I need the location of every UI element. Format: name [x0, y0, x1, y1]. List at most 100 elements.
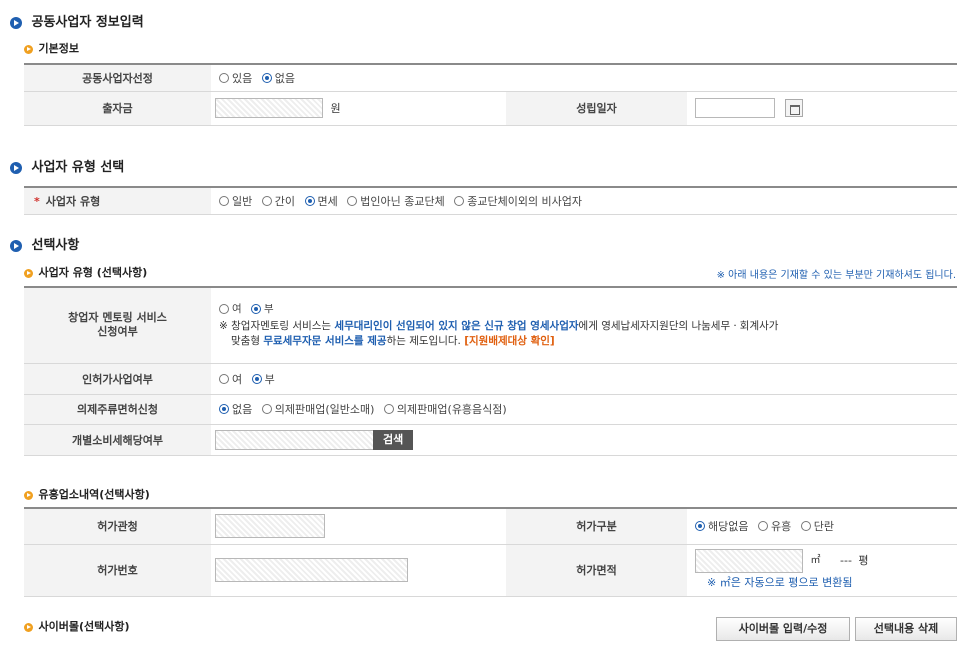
- radio-icon[interactable]: [219, 373, 229, 384]
- license-radio-group: 여 부: [211, 363, 957, 395]
- radio-icon[interactable]: [454, 195, 465, 206]
- category-option-entertainment[interactable]: 유흥: [757, 519, 797, 533]
- joint-row: 공동사업자선정 있음 없음: [24, 63, 957, 92]
- license-option-yes[interactable]: 여: [219, 372, 248, 386]
- radio-selected-icon[interactable]: [219, 404, 229, 414]
- mentoring-desc-2: 맞춤형 무료세무자문 서비스를 제공하는 제도입니다. [지원배제대상 확인]: [219, 334, 957, 349]
- optional-note: ※ 아래 내용은 기재할 수 있는 부분만 기재하셔도 됩니다.: [716, 270, 956, 281]
- area-input-line: ㎡ --- 평: [695, 549, 957, 573]
- entertainment-table: 허가관청 허가구분 해당없음 유흥 단란 허가번호 허가면적 ㎡ --- 평 ※…: [24, 507, 957, 597]
- authority-row: 허가관청 허가구분 해당없음 유흥 단란: [24, 507, 957, 545]
- joint-label: 공동사업자선정: [24, 63, 211, 92]
- optional-subtitle: 사업자 유형 (선택사항): [38, 266, 148, 279]
- desc-text: 맞춤형: [231, 335, 264, 347]
- basic-info-title: 기본정보: [38, 42, 79, 55]
- exclusion-check-link[interactable]: [지원배제대상 확인]: [464, 335, 555, 347]
- search-button[interactable]: 검색: [373, 429, 414, 450]
- desc-highlight: 무료세무자문 서비스를 제공: [263, 335, 387, 347]
- radio-icon[interactable]: [347, 195, 358, 206]
- delete-selection-button[interactable]: 선택내용 삭제: [855, 617, 957, 641]
- joint-section-header: 공동사업자 정보입력: [10, 11, 144, 30]
- area-label: 허가면적: [506, 544, 687, 597]
- founding-cell: [687, 91, 957, 126]
- liquor-label: 의제주류면허신청: [24, 394, 211, 425]
- license-label: 인허가사업여부: [24, 363, 211, 395]
- excise-input[interactable]: [215, 429, 375, 450]
- radio-selected-icon[interactable]: [695, 521, 705, 532]
- category-label: 허가구분: [506, 507, 687, 545]
- mentoring-row: 창업자 멘토링 서비스 신청여부 여 부 ※ 창업자멘토링 서비스는 세무대리인…: [24, 286, 957, 364]
- biz-type-option-non-business[interactable]: 종교단체이외의 비사업자: [454, 194, 588, 208]
- mentoring-option-yes[interactable]: 여: [219, 303, 248, 315]
- entertainment-title: 유흥업소내역(선택사항): [38, 488, 150, 501]
- joint-option-no[interactable]: 없음: [261, 71, 301, 85]
- number-row: 허가번호 허가면적 ㎡ --- 평 ※ ㎡은 자동으로 평으로 변환됨: [24, 544, 957, 597]
- radio-selected-icon[interactable]: [251, 304, 262, 314]
- founding-date-input[interactable]: [695, 98, 775, 118]
- basic-info-header: 기본정보: [24, 40, 79, 56]
- arrow-circle-icon: [10, 162, 22, 174]
- capital-label: 출자금: [24, 91, 211, 126]
- arrow-circle-icon: [10, 240, 22, 252]
- biz-type-option-exempt[interactable]: 면세: [304, 194, 344, 208]
- category-radio-group: 해당없음 유흥 단란: [687, 507, 957, 545]
- radio-icon[interactable]: [219, 195, 229, 206]
- radio-selected-icon[interactable]: [261, 72, 272, 83]
- number-label: 허가번호: [24, 544, 211, 597]
- desc-text: 에게 영세납세자지원단의 나눔세무ㆍ회계사가: [578, 320, 779, 332]
- license-number-input[interactable]: [215, 558, 408, 582]
- biz-type-label-cell: * 사업자 유형: [24, 186, 211, 215]
- biz-type-option-general[interactable]: 일반: [219, 194, 258, 208]
- joint-radio-group: 있음 없음: [211, 63, 957, 92]
- joint-option-yes[interactable]: 있음: [219, 71, 258, 85]
- liquor-option-entertainment[interactable]: 의제판매업(유흥음식점): [383, 402, 513, 416]
- optional-table: 창업자 멘토링 서비스 신청여부 여 부 ※ 창업자멘토링 서비스는 세무대리인…: [24, 286, 957, 456]
- cyber-edit-button[interactable]: 사이버몰 입력/수정: [716, 617, 850, 641]
- radio-icon[interactable]: [757, 521, 768, 532]
- liquor-option-retail[interactable]: 의제판매업(일반소매): [261, 402, 381, 416]
- excise-cell: 검색: [211, 424, 957, 456]
- radio-icon[interactable]: [383, 404, 394, 414]
- radio-icon[interactable]: [261, 404, 272, 414]
- area-unit: ㎡: [810, 555, 821, 566]
- biz-type-option-religious[interactable]: 법인아닌 종교단체: [347, 194, 450, 208]
- basic-info-table: 공동사업자선정 있음 없음 출자금 원 성립일자: [24, 63, 957, 126]
- license-row: 인허가사업여부 여 부: [24, 363, 957, 395]
- radio-icon[interactable]: [219, 304, 229, 314]
- license-option-no[interactable]: 부: [251, 372, 281, 386]
- desc-text: 하는 제도입니다.: [386, 335, 465, 347]
- mentoring-label-cell: 창업자 멘토링 서비스 신청여부: [24, 286, 211, 364]
- radio-icon[interactable]: [800, 521, 811, 532]
- cyber-header: 사이버몰(선택사항): [24, 618, 130, 634]
- radio-selected-icon[interactable]: [251, 373, 262, 384]
- liquor-radio-group: 없음 의제판매업(일반소매) 의제판매업(유흥음식점): [211, 394, 957, 425]
- type-section-header: 사업자 유형 선택: [10, 156, 124, 175]
- area-note: ※ ㎡은 자동으로 평으로 변환됨: [707, 576, 853, 589]
- biz-type-table: * 사업자 유형 일반 간이 면세 법인아닌 종교단체 종교단체이외의 비사업자: [24, 186, 957, 215]
- capital-unit: 원: [330, 102, 341, 115]
- desc-highlight: 세무대리인이 선임되어 있지 않은 신규 창업 영세사업자: [334, 320, 579, 332]
- liquor-option-none[interactable]: 없음: [219, 402, 258, 416]
- pyeong-value: ---: [840, 554, 852, 567]
- biz-type-option-simple[interactable]: 간이: [261, 194, 301, 208]
- optional-section-title: 선택사항: [31, 238, 80, 253]
- calendar-icon[interactable]: [784, 99, 803, 117]
- radio-selected-icon[interactable]: [304, 195, 315, 206]
- authority-input[interactable]: [215, 514, 325, 539]
- required-mark: *: [34, 194, 40, 208]
- arrow-circle-icon: [24, 268, 33, 278]
- mentoring-label-line1: 창업자 멘토링 서비스: [68, 311, 167, 325]
- desc-text: ※ 창업자멘토링 서비스는: [219, 320, 335, 332]
- mentoring-option-no[interactable]: 부: [251, 303, 280, 315]
- arrow-circle-icon: [10, 17, 22, 29]
- optional-subheader: 사업자 유형 (선택사항): [24, 264, 147, 280]
- radio-icon[interactable]: [219, 72, 229, 83]
- capital-input[interactable]: [215, 98, 323, 118]
- area-input[interactable]: [695, 549, 803, 573]
- mentoring-desc: ※ 창업자멘토링 서비스는 세무대리인이 선임되어 있지 않은 신규 창업 영세…: [219, 319, 957, 334]
- category-option-none[interactable]: 해당없음: [695, 519, 754, 533]
- excise-label: 개별소비세해당여부: [24, 424, 211, 456]
- capital-row: 출자금 원 성립일자: [24, 91, 957, 126]
- radio-icon[interactable]: [261, 195, 272, 206]
- category-option-danran[interactable]: 단란: [800, 519, 840, 533]
